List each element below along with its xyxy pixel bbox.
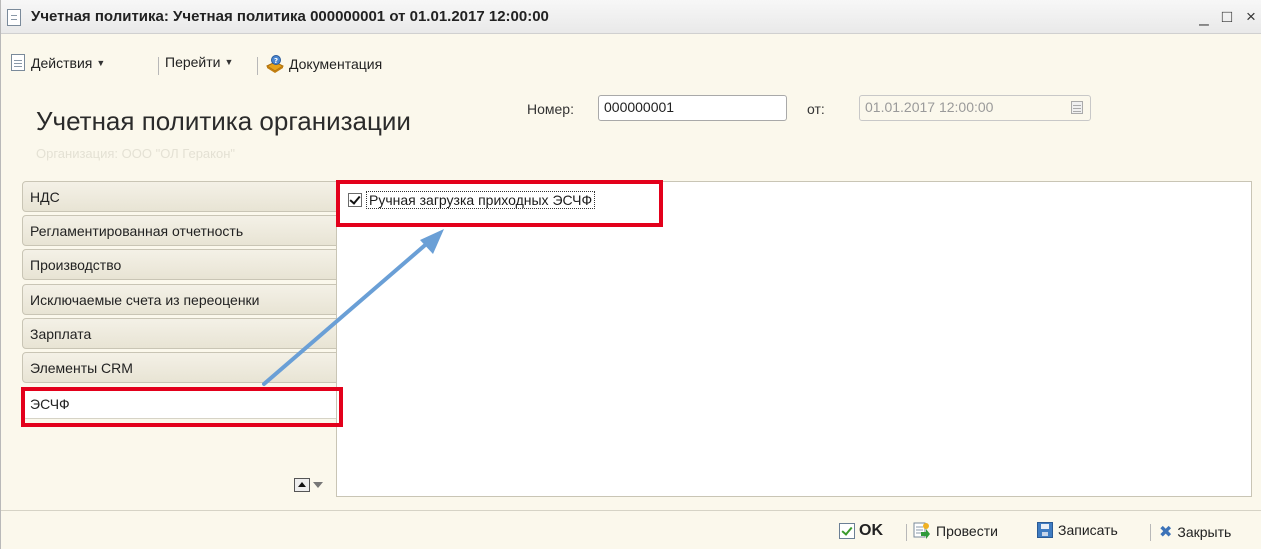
save-button-label: Записать: [1058, 522, 1118, 538]
tab-vat[interactable]: НДС: [22, 181, 337, 212]
number-label: Номер:: [527, 101, 574, 117]
bottom-divider: [1150, 524, 1151, 541]
save-button[interactable]: Записать: [1037, 522, 1118, 538]
manual-upload-checkbox[interactable]: Ручная загрузка приходных ЭСЧФ: [348, 191, 596, 209]
actions-menu[interactable]: Действия ▼: [11, 54, 105, 71]
title-bar: Учетная политика: Учетная политика 00000…: [1, 0, 1261, 34]
ok-button-label: OK: [859, 522, 883, 539]
tab-excluded-accounts[interactable]: Исключаемые счета из переоценки: [22, 284, 337, 315]
organization-line: Организация: ООО "ОЛ Геракон": [36, 146, 236, 161]
manual-upload-checkbox-label: Ручная загрузка приходных ЭСЧФ: [366, 191, 596, 209]
tab-eschf[interactable]: ЭСЧФ: [22, 388, 337, 419]
post-button-label: Провести: [936, 523, 998, 539]
document-icon: [11, 54, 25, 71]
date-value: 01.01.2017 12:00:00: [865, 99, 994, 115]
tab-scroll-controls: [294, 478, 323, 492]
goto-menu-label: Перейти: [165, 54, 221, 70]
documentation-label: Документация: [289, 56, 383, 72]
close-button-label: Закрыть: [1177, 524, 1232, 540]
scroll-down-icon[interactable]: [313, 482, 323, 488]
chevron-down-icon: ▼: [224, 57, 234, 67]
save-disk-icon: [1037, 522, 1053, 538]
ok-check-icon: [839, 523, 855, 539]
close-icon: ✖: [1159, 524, 1173, 541]
scroll-up-icon[interactable]: [294, 478, 310, 492]
document-icon: [7, 9, 21, 26]
close-button[interactable]: ✖ Закрыть: [1159, 522, 1231, 542]
date-field[interactable]: 01.01.2017 12:00:00: [859, 95, 1091, 121]
window-title: Учетная политика: Учетная политика 00000…: [31, 8, 549, 25]
toolbar-divider: [158, 57, 159, 75]
tab-production[interactable]: Производство: [22, 249, 337, 280]
page-title: Учетная политика организации: [36, 106, 411, 136]
ok-button[interactable]: OK: [839, 522, 883, 540]
documentation-button[interactable]: ? Документация: [265, 54, 382, 74]
date-label: от:: [807, 101, 825, 117]
help-book-icon: ?: [265, 54, 285, 74]
tab-crm-elements[interactable]: Элементы CRM: [22, 352, 337, 383]
svg-text:?: ?: [274, 57, 278, 65]
document-window: Учетная политика: Учетная политика 00000…: [0, 0, 1261, 549]
tab-content-panel: [336, 181, 1252, 497]
number-field[interactable]: 000000001: [598, 95, 787, 121]
goto-menu[interactable]: Перейти ▼: [165, 54, 233, 70]
bottom-command-bar: OK Провести Записать ✖ Закрыть: [1, 510, 1261, 549]
close-window-button[interactable]: ×: [1241, 6, 1261, 28]
calendar-icon[interactable]: [1071, 101, 1083, 114]
chevron-down-icon: ▼: [96, 57, 106, 68]
command-toolbar: Действия ▼ Перейти ▼ ? Документация: [1, 46, 1261, 82]
checkbox-checked-icon[interactable]: [348, 193, 362, 207]
tab-salary[interactable]: Зарплата: [22, 318, 337, 349]
post-button[interactable]: Провести: [913, 522, 998, 540]
minimize-button[interactable]: _: [1194, 6, 1214, 28]
toolbar-divider: [257, 57, 258, 75]
post-document-icon: [913, 522, 931, 540]
bottom-divider: [906, 524, 907, 541]
tab-regulated-reporting[interactable]: Регламентированная отчетность: [22, 215, 337, 246]
actions-menu-label: Действия: [31, 54, 93, 71]
settings-tabs: НДС Регламентированная отчетность Произв…: [22, 181, 337, 497]
maximize-button[interactable]: □: [1217, 6, 1237, 28]
